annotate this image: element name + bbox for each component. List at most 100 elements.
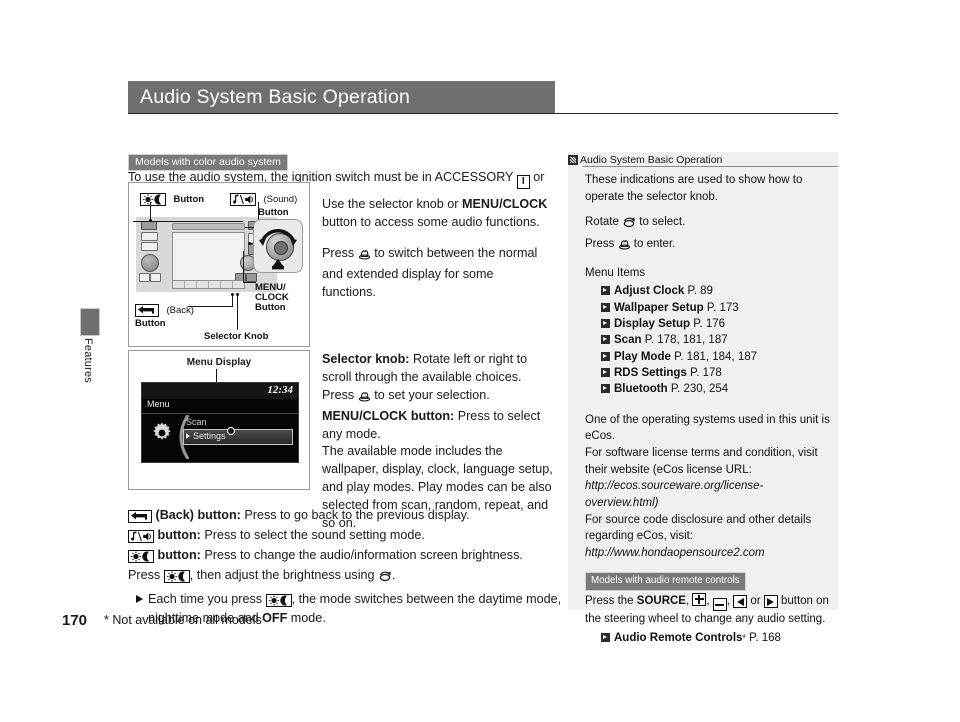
sidebar-rotate-suffix: to select. — [636, 216, 686, 229]
menu-item-name: Display Setup — [614, 318, 691, 331]
brightness-icon-inline-3 — [265, 593, 292, 607]
volume-down-icon — [712, 598, 727, 612]
sidebar-rotate-prefix: Rotate — [585, 216, 623, 229]
sound-glyph-inline — [131, 531, 151, 542]
bullet-triangle-icon — [136, 594, 143, 603]
sound-icon-inline — [128, 530, 154, 544]
ecos-url-2[interactable]: http://www.hondaopensource2.com — [585, 545, 835, 562]
sidebar-para-1: These indications are used to show how t… — [585, 174, 803, 203]
menu-display-screen: 12:34 Menu Scan Settings — [141, 382, 299, 463]
sound-button-text: Press to select the sound setting mode. — [200, 528, 425, 543]
button-descriptions: (Back) button: Press to go back to the p… — [128, 506, 568, 629]
menu-clock-callout: MENU/ CLOCK Button — [255, 283, 289, 313]
ecos-para-3: For source code disclosure and other det… — [585, 513, 812, 543]
menu-item-link[interactable]: Scan P. 178, 181, 187 — [601, 332, 835, 348]
back-button-row: (Back) button: Press to go back to the p… — [128, 506, 568, 525]
brightness-modes-bullet: Each time you press , the mode switches … — [136, 590, 568, 628]
menu-item-page: P. 176 — [693, 318, 726, 331]
leader-dot-back — [231, 293, 234, 296]
menu-item-link[interactable]: RDS Settings P. 178 — [601, 365, 835, 381]
bullet-prefix: Each time you press — [148, 591, 266, 606]
press-knob-icon-3 — [618, 238, 631, 256]
menu-item-link[interactable]: Display Setup P. 176 — [601, 316, 835, 332]
seek-left-icon — [733, 595, 748, 609]
sound-callout-label: (Sound) — [263, 194, 298, 205]
disc-slot — [172, 223, 245, 230]
sidebar-header: Audio System Basic Operation — [568, 152, 838, 167]
leader-menuclock-h — [243, 282, 256, 284]
brightness-adjust-mid: , then adjust the brightness using — [189, 568, 379, 583]
back-glyph — [138, 306, 154, 314]
jump-arrow-icon — [601, 633, 610, 643]
back-callout-label2: Button — [135, 318, 166, 329]
leader-back-h — [188, 306, 233, 308]
press-knob-icon-2 — [358, 390, 371, 408]
back-button-label: (Back) button: — [155, 508, 241, 522]
knob-rotate-arrows — [259, 229, 297, 270]
menu-display-topbar: 12:34 — [142, 383, 298, 399]
menu-item-link[interactable]: Bluetooth P. 230, 254 — [601, 381, 835, 397]
selector-knob-text-b: to set your selection. — [370, 387, 490, 402]
menu-item-name: Wallpaper Setup — [614, 301, 704, 314]
section-tab-marker — [80, 308, 100, 336]
brightness-glyph-inline-2 — [166, 571, 185, 582]
menu-item-link[interactable]: Play Mode P. 181, 184, 187 — [601, 349, 835, 365]
leader-brightness-h — [133, 221, 243, 223]
brightness-icon-inline — [128, 550, 154, 564]
menu-item-link[interactable]: Adjust Clock P. 89 — [601, 283, 835, 299]
mid-p1-c: button to access some audio functions. — [322, 214, 540, 229]
mid-p2-a: Press — [322, 245, 358, 260]
page-number: 170 — [62, 612, 88, 629]
menu-clock-para: MENU/CLOCK button: Press to select any m… — [322, 408, 554, 444]
back-callout: (Back) Button — [135, 300, 194, 329]
menu-item-name: Scan — [614, 334, 642, 347]
menu-item-name: Play Mode — [614, 350, 671, 363]
sidebar-body: These indications are used to show how t… — [585, 172, 835, 647]
leader-selknob — [237, 295, 239, 330]
sidebar-header-text: Audio System Basic Operation — [580, 153, 723, 166]
jump-arrow-icon — [601, 319, 610, 329]
menu-item-name: Adjust Clock — [614, 285, 685, 298]
menu-item-scan[interactable]: Scan — [186, 417, 207, 427]
settings-gear-icon — [153, 422, 171, 440]
jump-arrow-icon — [601, 286, 610, 296]
sound-button-row: button: Press to select the sound settin… — [128, 526, 568, 545]
manual-page: Audio System Basic Operation Features 17… — [0, 0, 960, 722]
clock-readout: 12:34 — [267, 384, 293, 396]
remote-or: or — [747, 594, 764, 607]
remote-link-asterisk: * — [742, 633, 746, 644]
brightness-glyph-inline — [131, 551, 149, 562]
bullet-off-label: OFF — [262, 610, 288, 625]
brightness-icon-inline-2 — [163, 570, 190, 584]
brightness-adjust-row: Press , then adjust the brightness using — [128, 566, 568, 588]
head-unit-seek-next-button — [150, 273, 161, 282]
menu-item-settings-label: Settings — [193, 431, 226, 441]
section-tab-label: Features — [82, 338, 94, 384]
jump-arrow-icon — [601, 335, 610, 345]
remote-models-banner: Models with audio remote controls — [585, 571, 746, 591]
remote-prefix: Press the — [585, 594, 637, 607]
head-unit-brightness-button — [141, 221, 157, 230]
menu-item-settings[interactable]: Settings — [183, 429, 293, 445]
seek-right-icon — [763, 595, 778, 609]
middle-para-1: Use the selector knob or MENU/CLOCK butt… — [322, 196, 550, 232]
menu-item-page: P. 89 — [687, 285, 713, 298]
selector-knob-callout-label: Selector Knob — [204, 331, 269, 342]
sidebar-marker-icon — [568, 154, 578, 165]
sidebar-rotate-line: Rotate to select. — [585, 214, 835, 234]
rotate-knob-icon-2 — [622, 216, 636, 234]
brightness-glyph-inline-3 — [268, 595, 287, 606]
head-unit-power-knob — [141, 254, 159, 272]
jump-arrow-icon — [601, 384, 610, 394]
remote-link-page: P. 168 — [749, 632, 781, 645]
menu-item-link[interactable]: Wallpaper Setup P. 173 — [601, 300, 835, 316]
ecos-url-1[interactable]: http://ecos.sourceware.org/license-overv… — [585, 478, 835, 511]
menu-item-name: Bluetooth — [614, 383, 668, 396]
menu-display-title: Menu — [147, 399, 170, 409]
menu-clock-heading: MENU/CLOCK button: — [322, 408, 455, 423]
leader-dot-sound — [248, 242, 251, 245]
selection-caret-icon — [186, 433, 190, 439]
middle-para-2: Press to switch between the normal and e… — [322, 245, 550, 302]
menu-display-separator — [142, 413, 298, 414]
remote-link-row[interactable]: Audio Remote Controls * P. 168 — [601, 630, 835, 647]
